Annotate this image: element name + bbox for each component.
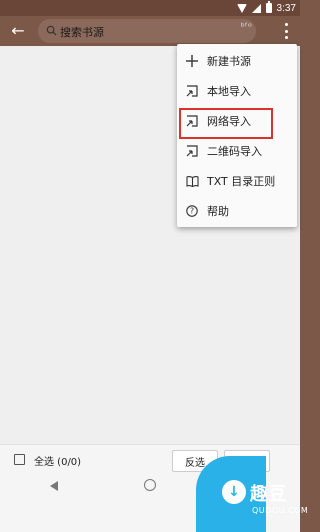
search-input[interactable]: 搜索书源 ᵇᶠᵒ bbox=[38, 19, 256, 43]
menu-item-label: 二维码导入 bbox=[207, 145, 262, 158]
nav-home-icon[interactable] bbox=[144, 479, 156, 491]
menu-item-qr-import[interactable]: 二维码导入 bbox=[177, 136, 297, 166]
menu-item-label: 帮助 bbox=[207, 205, 229, 218]
download-icon: ↓ bbox=[222, 480, 246, 504]
overflow-menu: 新建书源 本地导入 网络导入 二维码导入 TXT 目录正则 ? 帮助 bbox=[177, 44, 297, 227]
menu-item-new-source[interactable]: 新建书源 bbox=[177, 46, 297, 76]
more-options-icon[interactable] bbox=[280, 21, 292, 41]
menu-item-label: 新建书源 bbox=[207, 55, 251, 68]
wifi-icon bbox=[236, 3, 247, 13]
book-icon bbox=[185, 174, 199, 188]
status-bar: 3:37 bbox=[0, 0, 300, 16]
menu-item-local-import[interactable]: 本地导入 bbox=[177, 76, 297, 106]
screen: 3:37 ← 搜索书源 ᵇᶠᵒ 新建书源 本地导入 网络导入 二维码导入 TXT… bbox=[0, 0, 308, 532]
toolbar: ← 搜索书源 ᵇᶠᵒ bbox=[0, 16, 300, 46]
battery-icon bbox=[265, 1, 272, 13]
brand-name: 趣豆 bbox=[250, 484, 286, 505]
svg-text:?: ? bbox=[190, 207, 194, 216]
select-all-checkbox[interactable] bbox=[14, 454, 25, 465]
menu-item-help[interactable]: ? 帮助 bbox=[177, 196, 297, 226]
plus-icon bbox=[185, 54, 199, 68]
ghost-text: ᵇᶠᵒ bbox=[240, 22, 252, 33]
nav-back-icon[interactable] bbox=[50, 481, 58, 491]
import-icon bbox=[185, 114, 199, 128]
menu-item-label: 网络导入 bbox=[207, 115, 251, 128]
menu-item-txt-regex[interactable]: TXT 目录正则 bbox=[177, 166, 297, 196]
menu-item-label: 本地导入 bbox=[207, 85, 251, 98]
status-time: 3:37 bbox=[276, 2, 296, 14]
brand-domain: QUDOU.COM bbox=[252, 506, 309, 515]
back-arrow-icon[interactable]: ← bbox=[8, 20, 28, 42]
menu-item-label: TXT 目录正则 bbox=[207, 175, 276, 188]
search-placeholder: 搜索书源 bbox=[60, 26, 104, 39]
import-icon bbox=[185, 144, 199, 158]
search-icon bbox=[46, 25, 57, 36]
brand-watermark: ↓ 趣豆 QUDOU.COM bbox=[196, 456, 308, 532]
help-icon: ? bbox=[185, 204, 199, 218]
import-icon bbox=[185, 84, 199, 98]
select-all-label: 全选 (0/0) bbox=[34, 457, 82, 468]
signal-icon bbox=[251, 3, 261, 13]
menu-item-network-import[interactable]: 网络导入 bbox=[177, 106, 297, 139]
